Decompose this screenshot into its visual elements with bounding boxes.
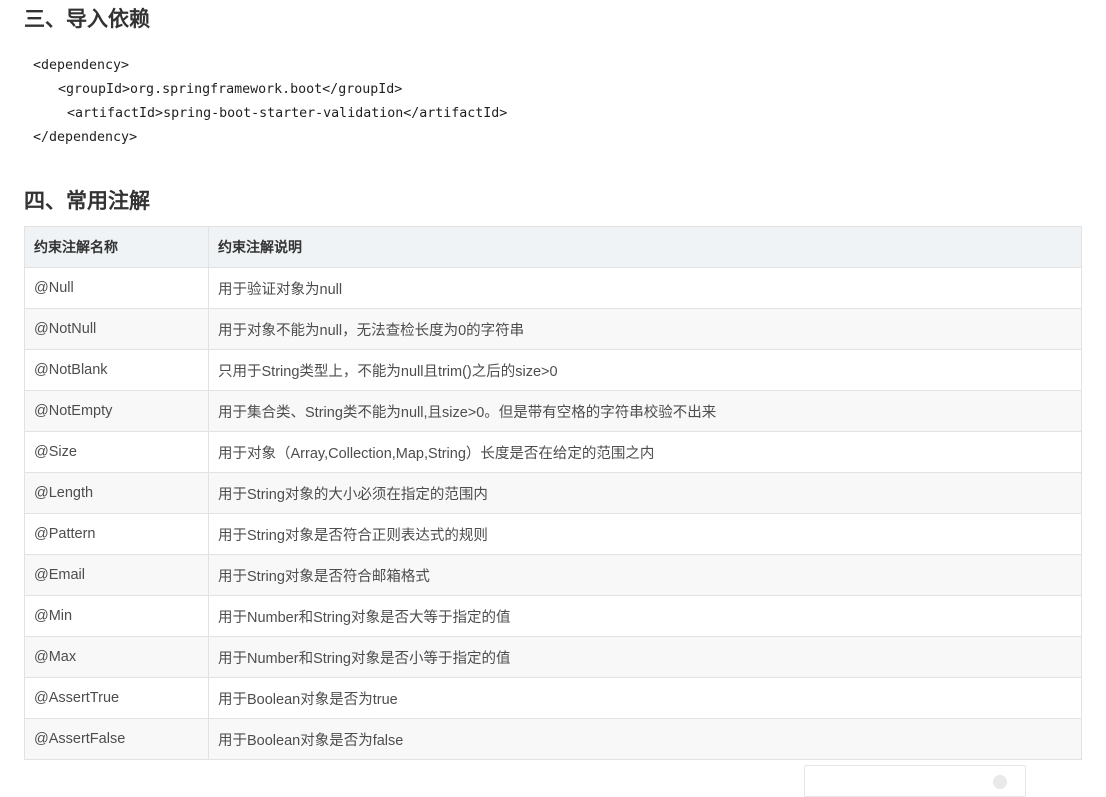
section-title-common-annotations: 四、常用注解: [24, 189, 150, 213]
floating-toolbar[interactable]: [804, 765, 1026, 797]
table-row: @Size 用于对象（Array,Collection,Map,String）长…: [24, 431, 1082, 473]
table-header-row: 约束注解名称 约束注解说明: [24, 226, 1082, 268]
annotation-desc-cell: 用于Boolean对象是否为true: [208, 677, 1082, 719]
table-row: @NotBlank 只用于String类型上，不能为null且trim()之后的…: [24, 349, 1082, 391]
header-annotation-name: 约束注解名称: [24, 226, 209, 268]
annotation-name-cell: @Null: [24, 267, 209, 309]
annotation-name-cell: @Min: [24, 595, 209, 637]
annotation-name-cell: @NotEmpty: [24, 390, 209, 432]
table-row: @Pattern 用于String对象是否符合正则表达式的规则: [24, 513, 1082, 555]
annotation-name-cell: @AssertFalse: [24, 718, 209, 760]
annotation-name-cell: @AssertTrue: [24, 677, 209, 719]
annotation-desc-cell: 用于String对象是否符合正则表达式的规则: [208, 513, 1082, 555]
table-row: @Length 用于String对象的大小必须在指定的范围内: [24, 472, 1082, 514]
dependency-code-block: <dependency> <groupId>org.springframewor…: [33, 54, 507, 150]
code-line-group-id: <groupId>org.springframework.boot</group…: [58, 82, 403, 97]
annotation-name-cell: @Max: [24, 636, 209, 678]
annotation-name-cell: @Email: [24, 554, 209, 596]
annotation-desc-cell: 用于String对象是否符合邮箱格式: [208, 554, 1082, 596]
annotation-name-cell: @Size: [24, 431, 209, 473]
table-row: @NotEmpty 用于集合类、String类不能为null,且size>0。但…: [24, 390, 1082, 432]
annotation-name-cell: @Length: [24, 472, 209, 514]
table-row: @Email 用于String对象是否符合邮箱格式: [24, 554, 1082, 596]
annotation-desc-cell: 用于对象不能为null，无法查检长度为0的字符串: [208, 308, 1082, 350]
table-row: @Max 用于Number和String对象是否小等于指定的值: [24, 636, 1082, 678]
annotation-desc-cell: 用于验证对象为null: [208, 267, 1082, 309]
annotation-desc-cell: 用于String对象的大小必须在指定的范围内: [208, 472, 1082, 514]
table-row: @NotNull 用于对象不能为null，无法查检长度为0的字符串: [24, 308, 1082, 350]
annotation-desc-cell: 只用于String类型上，不能为null且trim()之后的size>0: [208, 349, 1082, 391]
table-row: @Null 用于验证对象为null: [24, 267, 1082, 309]
annotation-name-cell: @NotBlank: [24, 349, 209, 391]
section-title-import-dependencies: 三、导入依赖: [24, 7, 150, 31]
header-annotation-description: 约束注解说明: [208, 226, 1082, 268]
annotation-desc-cell: 用于Boolean对象是否为false: [208, 718, 1082, 760]
toolbar-round-icon[interactable]: [993, 775, 1007, 789]
annotation-desc-cell: 用于Number和String对象是否大等于指定的值: [208, 595, 1082, 637]
annotation-name-cell: @NotNull: [24, 308, 209, 350]
code-line-artifact-id: <artifactId>spring-boot-starter-validati…: [67, 106, 508, 121]
annotation-name-cell: @Pattern: [24, 513, 209, 555]
annotation-desc-cell: 用于对象（Array,Collection,Map,String）长度是否在给定…: [208, 431, 1082, 473]
table-row: @Min 用于Number和String对象是否大等于指定的值: [24, 595, 1082, 637]
table-row: @AssertTrue 用于Boolean对象是否为true: [24, 677, 1082, 719]
annotation-table: 约束注解名称 约束注解说明 @Null 用于验证对象为null @NotNull…: [24, 226, 1082, 760]
code-line-dependency-close: </dependency>: [33, 130, 138, 145]
table-row: @AssertFalse 用于Boolean对象是否为false: [24, 718, 1082, 760]
code-line-dependency-open: <dependency>: [33, 58, 130, 73]
annotation-desc-cell: 用于Number和String对象是否小等于指定的值: [208, 636, 1082, 678]
annotation-desc-cell: 用于集合类、String类不能为null,且size>0。但是带有空格的字符串校…: [208, 390, 1082, 432]
